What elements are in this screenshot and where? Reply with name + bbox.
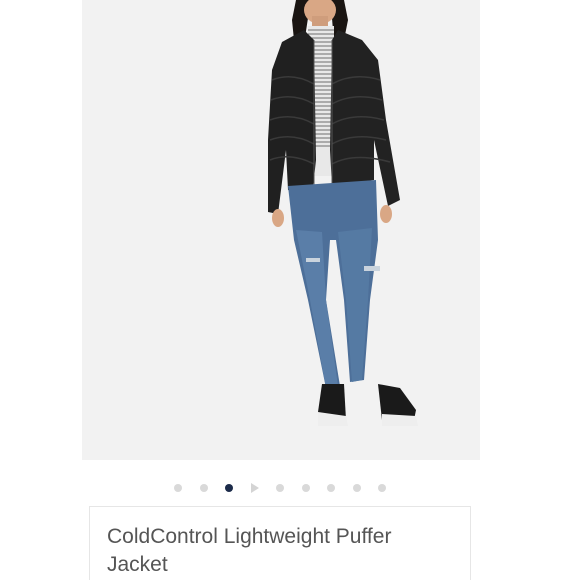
image-carousel-pagination: [0, 478, 580, 498]
carousel-dot[interactable]: [302, 484, 310, 492]
carousel-dot[interactable]: [200, 484, 208, 492]
carousel-dot-active[interactable]: [225, 484, 233, 492]
carousel-dot[interactable]: [276, 484, 284, 492]
carousel-dot[interactable]: [174, 484, 182, 492]
product-photo[interactable]: [82, 0, 480, 460]
model-illustration: [268, 0, 418, 426]
product-title: ColdControl Lightweight Puffer Jacket: [107, 525, 392, 576]
product-info-card: ColdControl Lightweight Puffer Jacket: [89, 506, 471, 580]
carousel-dot[interactable]: [327, 484, 335, 492]
product-page: ColdControl Lightweight Puffer Jacket: [0, 0, 580, 580]
carousel-dot[interactable]: [378, 484, 386, 492]
video-play-icon[interactable]: [251, 483, 259, 493]
carousel-dot[interactable]: [353, 484, 361, 492]
